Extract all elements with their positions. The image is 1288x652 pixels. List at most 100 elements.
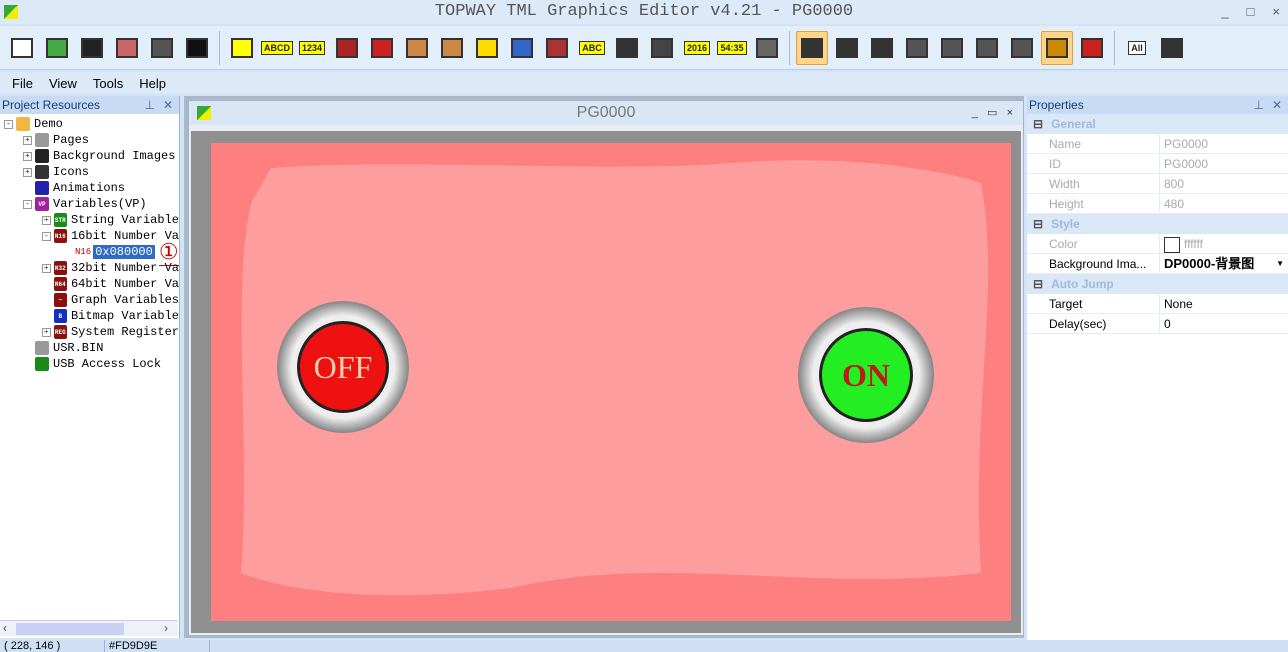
property-value[interactable]: 800 (1160, 174, 1288, 193)
property-value[interactable]: DP0000-背景图 ▼ (1160, 254, 1288, 273)
tree-item[interactable]: USB Access Lock (0, 356, 179, 372)
property-value[interactable]: None (1160, 294, 1288, 313)
expand-icon[interactable]: + (42, 327, 51, 337)
all-icon[interactable]: All (1121, 31, 1153, 65)
time-icon[interactable]: 54:35 (716, 31, 748, 65)
hide-icon[interactable] (1076, 31, 1108, 65)
open-icon[interactable] (41, 31, 73, 65)
tree-item[interactable]: ~ Graph Variables (0, 292, 179, 308)
icon-icon[interactable] (401, 31, 433, 65)
pin-icon[interactable]: ⊥ (145, 96, 155, 114)
tree-item[interactable]: USR.BIN (0, 340, 179, 356)
tree-item[interactable]: + Icons (0, 164, 179, 180)
tree-item[interactable]: - VP Variables(VP) (0, 196, 179, 212)
export-icon[interactable] (111, 31, 143, 65)
tree-item[interactable]: - N16 16bit Number Va (0, 228, 179, 244)
collapse-icon[interactable]: ⊟ (1033, 277, 1043, 291)
menu-tools[interactable]: Tools (93, 76, 123, 91)
scroll-left-icon[interactable]: ‹ (3, 621, 7, 635)
scrollbar-thumb[interactable] (16, 623, 124, 635)
property-row[interactable]: Target None (1027, 294, 1288, 314)
tree-item[interactable]: B Bitmap Variable (0, 308, 179, 324)
region-icon[interactable] (751, 31, 783, 65)
property-value[interactable]: PG0000 (1160, 154, 1288, 173)
graph-icon[interactable] (471, 31, 503, 65)
property-row[interactable]: Background Ima... DP0000-背景图 ▼ (1027, 254, 1288, 274)
settings-icon[interactable] (146, 31, 178, 65)
minimize-button[interactable]: _ (1221, 0, 1228, 24)
expand-icon[interactable]: + (23, 167, 32, 177)
close-button[interactable]: × (1272, 0, 1280, 24)
tree-item[interactable]: Animations (0, 180, 179, 196)
collapse-icon[interactable]: ⊟ (1033, 117, 1043, 131)
pin-icon[interactable]: ⊥ (1254, 96, 1264, 114)
collapse-icon[interactable]: ⊟ (1033, 217, 1043, 231)
save-icon[interactable] (76, 31, 108, 65)
tree-item[interactable]: + Pages (0, 132, 179, 148)
video-icon[interactable] (646, 31, 678, 65)
number-1234-icon[interactable]: 1234 (296, 31, 328, 65)
expand-icon[interactable]: + (23, 135, 32, 145)
qrcode-icon[interactable] (541, 31, 573, 65)
text-abcd-icon[interactable]: ABCD (261, 31, 293, 65)
record-icon[interactable] (366, 31, 398, 65)
tree-item[interactable]: + STR String Variable (0, 212, 179, 228)
string-abc-icon[interactable]: ABC (576, 31, 608, 65)
dropdown-arrow-icon[interactable]: ▼ (1276, 254, 1284, 274)
on-button[interactable]: ON (798, 307, 934, 443)
bar-icon[interactable] (331, 31, 363, 65)
color-swatch[interactable] (1164, 236, 1180, 253)
menu-file[interactable]: File (12, 76, 33, 91)
off-button[interactable]: OFF (277, 301, 409, 433)
menu-help[interactable]: Help (139, 76, 166, 91)
collapse-icon[interactable]: - (42, 231, 51, 241)
property-category[interactable]: ⊟ Auto Jump (1027, 274, 1288, 294)
expand-icon[interactable]: + (23, 151, 32, 161)
date-icon[interactable]: 2016 (681, 31, 713, 65)
property-row[interactable]: Color ffffff (1027, 234, 1288, 254)
font-icon[interactable] (181, 31, 213, 65)
preview-icon[interactable] (1041, 30, 1073, 65)
align-bottom-icon[interactable] (1006, 31, 1038, 65)
new-icon[interactable] (6, 31, 38, 65)
paste-icon[interactable] (866, 31, 898, 65)
rectangle-icon[interactable] (226, 31, 258, 65)
horizontal-scrollbar[interactable]: ‹ › (0, 620, 178, 636)
tree-item[interactable]: + REG System Register (0, 324, 179, 340)
property-value[interactable]: PG0000 (1160, 134, 1288, 153)
page-window-controls[interactable]: _ ▭ × (972, 101, 1013, 125)
tree-item[interactable]: + Background Images (0, 148, 179, 164)
property-category[interactable]: ⊟ Style (1027, 214, 1288, 234)
align-right-icon[interactable] (936, 31, 968, 65)
property-value[interactable]: ffffff (1160, 234, 1288, 253)
tree-item[interactable]: - Demo (0, 116, 179, 132)
selected-variable-label[interactable]: 0x080000 (93, 245, 155, 259)
expand-icon[interactable]: + (42, 215, 51, 225)
property-category[interactable]: ⊟ General (1027, 114, 1288, 134)
animation-icon[interactable] (436, 31, 468, 65)
canvas[interactable]: OFF ON (191, 131, 1021, 633)
property-value[interactable]: 0 (1160, 314, 1288, 333)
property-row[interactable]: Height 480 (1027, 194, 1288, 214)
scroll-right-icon[interactable]: › (164, 621, 168, 635)
copy-icon[interactable] (831, 31, 863, 65)
menu-view[interactable]: View (49, 76, 77, 91)
tree-item-selected[interactable]: N16 0x080000 ① (0, 239, 179, 266)
collapse-icon[interactable]: - (23, 199, 32, 209)
more-icon[interactable] (1156, 31, 1188, 65)
maximize-button[interactable]: □ (1247, 0, 1255, 24)
tree-item[interactable]: + N32 32bit Number Va (0, 260, 179, 276)
pointer-icon[interactable] (796, 30, 828, 65)
property-row[interactable]: Width 800 (1027, 174, 1288, 194)
tree-item[interactable]: N64 64bit Number Va (0, 276, 179, 292)
property-row[interactable]: ID PG0000 (1027, 154, 1288, 174)
property-row[interactable]: Delay(sec) 0 (1027, 314, 1288, 334)
property-value[interactable]: 480 (1160, 194, 1288, 213)
close-icon[interactable]: ✕ (163, 96, 173, 114)
touch-icon[interactable] (611, 31, 643, 65)
align-left-icon[interactable] (901, 31, 933, 65)
expand-icon[interactable]: + (42, 263, 51, 273)
collapse-icon[interactable]: - (4, 119, 13, 129)
property-row[interactable]: Name PG0000 (1027, 134, 1288, 154)
bitmap-icon[interactable] (506, 31, 538, 65)
